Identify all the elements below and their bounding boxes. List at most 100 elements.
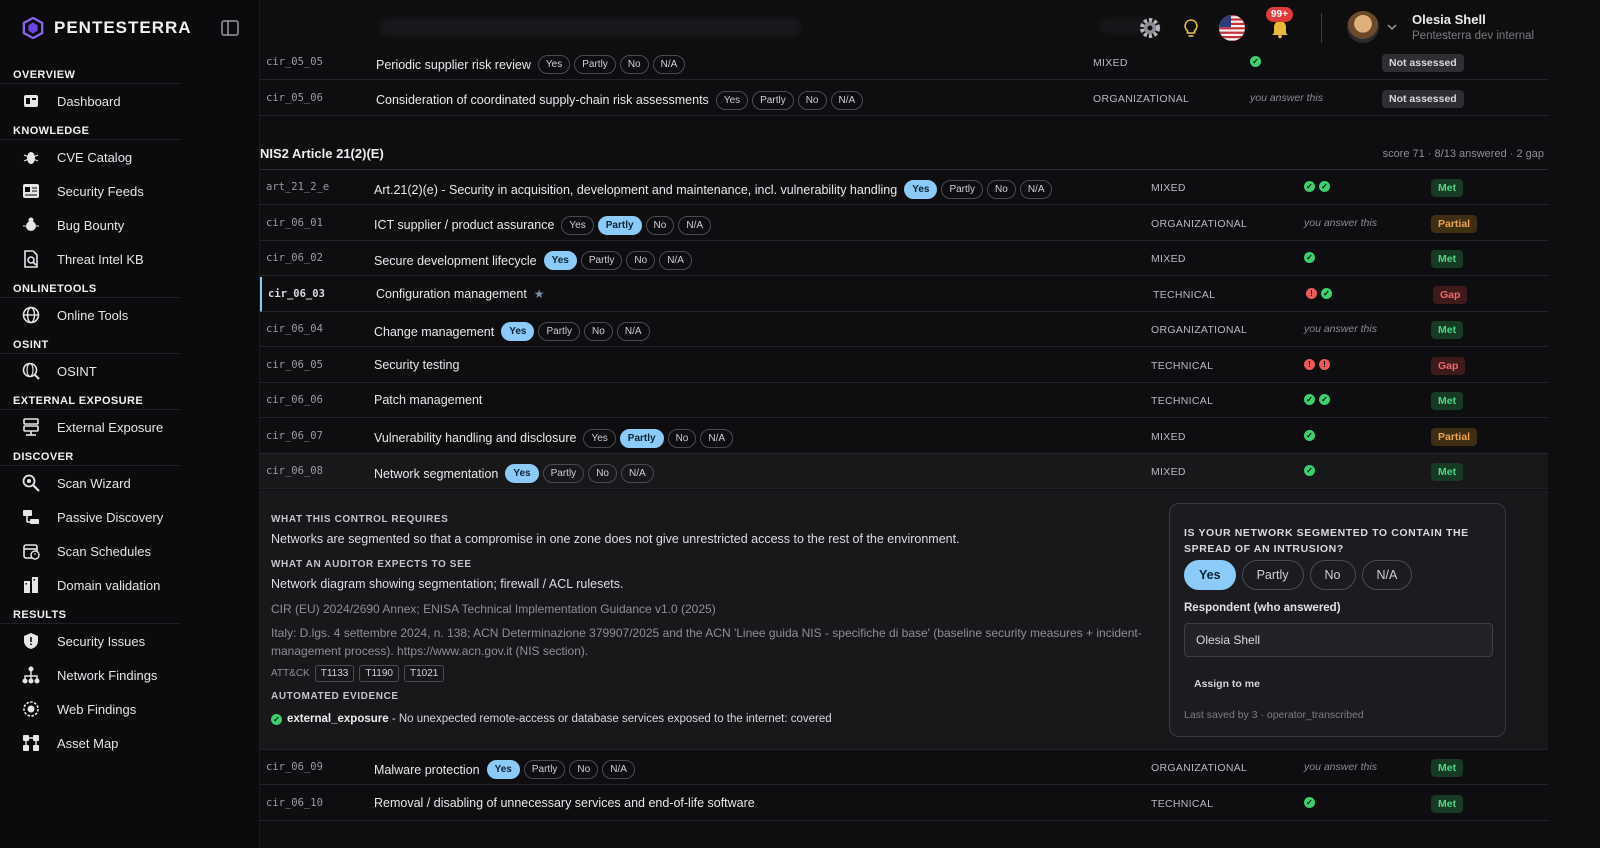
app-name: PENTESTERRA: [54, 18, 192, 37]
sidebar-item-domain-validation[interactable]: Domain validation: [0, 568, 260, 602]
table-row[interactable]: cir_05_05 Periodic supplier risk review Ye…: [260, 45, 1548, 80]
logo[interactable]: PENTESTERRA: [22, 17, 192, 39]
sidebar-item-online-tools[interactable]: Online Tools: [0, 298, 260, 332]
table-row[interactable]: cir_06_08 Network segmentation Yes Partly No…: [260, 454, 1548, 489]
answer-no-pill[interactable]: No: [645, 215, 675, 235]
answer-partly-pill[interactable]: Partly: [538, 322, 581, 341]
avatar[interactable]: [1347, 11, 1379, 43]
answer-no-pill[interactable]: No: [619, 55, 649, 74]
chevron-down-icon[interactable]: [1385, 20, 1399, 34]
table-row[interactable]: cir_06_04 Change management Yes Partly No N/A…: [260, 312, 1548, 347]
respondent-input[interactable]: Olesia Shell: [1184, 623, 1493, 657]
table-row[interactable]: cir_05_06 Consideration of coordinated su…: [260, 81, 1548, 116]
table-row[interactable]: cir_06_09 Malware protection Yes Partly No N/…: [260, 750, 1548, 785]
table-row[interactable]: cir_06_10 Removal / disabling of unnecess…: [260, 786, 1548, 821]
table-row[interactable]: cir_06_05 Security testing TECHNICAL!! Gap: [260, 348, 1548, 383]
answer-yes-pill[interactable]: Yes: [583, 428, 616, 448]
sidebar-item-scan-wizard[interactable]: Scan Wizard: [0, 466, 260, 500]
control-title-cell: Periodic supplier risk review Yes Partly No…: [376, 55, 686, 74]
sidebar-item-cve-catalog[interactable]: CVE Catalog: [0, 140, 260, 174]
answer-yes-pill[interactable]: Yes: [543, 251, 577, 270]
control-title-cell: Secure development lifecycle Yes Partly No N…: [374, 251, 692, 270]
check-icon: ✓: [1304, 252, 1315, 263]
table-row[interactable]: cir_06_07 Vulnerability handling and disc…: [260, 419, 1548, 454]
control-detail-panel: WHAT THIS CONTROL REQUIRES Networks are …: [260, 490, 1548, 750]
answer-yes-pill[interactable]: Yes: [505, 464, 539, 483]
sidebar-item-label: Passive Discovery: [57, 509, 164, 525]
sidebar-item-security-feeds[interactable]: Security Feeds: [0, 174, 260, 208]
sidebar-item-bug-bounty[interactable]: Bug Bounty: [0, 208, 260, 242]
answer-yes-button[interactable]: Yes: [1184, 560, 1236, 590]
answer-yes-pill[interactable]: Yes: [537, 55, 571, 74]
attck-technique-tag[interactable]: T1133: [314, 665, 355, 682]
answer-na-pill[interactable]: N/A: [830, 90, 864, 110]
user-name[interactable]: Olesia Shell: [1412, 12, 1486, 27]
answer-na-pill[interactable]: N/A: [659, 251, 692, 270]
check-icon: ✓: [1304, 796, 1315, 808]
sidebar-item-passive-discovery[interactable]: Passive Discovery: [0, 500, 260, 534]
answer-partly-pill[interactable]: Partly: [580, 251, 623, 270]
answer-partly-pill[interactable]: Partly: [542, 464, 585, 483]
gear-icon[interactable]: [1138, 16, 1162, 40]
answer-partly-pill[interactable]: Partly: [752, 90, 794, 110]
answer-partly-pill[interactable]: Partly: [597, 215, 642, 235]
answer-no-pill[interactable]: No: [569, 760, 599, 779]
sidebar-item-osint[interactable]: OSINT: [0, 354, 260, 388]
nav-section-heading: KNOWLEDGE: [0, 122, 181, 140]
answer-yes-pill[interactable]: Yes: [501, 322, 535, 341]
control-title: Removal / disabling of unnecessary servi…: [374, 795, 755, 810]
attck-technique-tag[interactable]: T1021: [403, 665, 445, 682]
table-row[interactable]: cir_06_06 Patch management TECHNICAL ✓ ✓ Met: [260, 383, 1548, 418]
sidebar-item-security-issues[interactable]: Security Issues: [0, 624, 260, 658]
evidence-cell: you answer this: [1304, 323, 1377, 335]
answer-partly-pill[interactable]: Partly: [574, 55, 616, 74]
answer-no-pill[interactable]: No: [987, 180, 1016, 199]
answer-no-pill[interactable]: No: [797, 90, 827, 110]
lightbulb-icon[interactable]: [1179, 16, 1203, 40]
answer-na-pill[interactable]: N/A: [700, 428, 734, 448]
sidebar-item-external-exposure[interactable]: External Exposure: [0, 410, 260, 444]
answer-na-pill[interactable]: N/A: [678, 215, 712, 235]
answer-no-pill[interactable]: No: [626, 251, 656, 270]
sidebar-item-scan-schedules[interactable]: Scan Schedules: [0, 534, 260, 568]
assign-to-me-button[interactable]: Assign to me: [1194, 678, 1260, 690]
answer-partly-pill[interactable]: Partly: [941, 180, 984, 199]
table-row[interactable]: art_21_2_e Art.21(2)(e) - Security in acq…: [260, 170, 1548, 205]
control-type: TECHNICAL: [1151, 359, 1214, 372]
answer-partly-pill[interactable]: Partly: [523, 760, 566, 779]
attck-technique-tag[interactable]: T1190: [359, 665, 399, 682]
answer-yes-pill[interactable]: Yes: [904, 180, 938, 199]
control-title: Change management: [374, 324, 495, 339]
table-row[interactable]: cir_06_01 ICT supplier / product assuranc…: [260, 206, 1548, 241]
sidebar-item-web-findings[interactable]: Web Findings: [0, 692, 260, 726]
sidebar-item-threat-intel-kb[interactable]: Threat Intel KB: [0, 242, 260, 276]
sidebar-toggle-icon[interactable]: [220, 18, 240, 38]
answer-yes-pill[interactable]: Yes: [486, 760, 520, 779]
answer-na-pill[interactable]: N/A: [616, 322, 650, 341]
star-icon[interactable]: ★: [534, 287, 545, 301]
answer-na-pill[interactable]: N/A: [620, 464, 654, 483]
answer-na-pill[interactable]: N/A: [1019, 180, 1053, 199]
answer-na-pill[interactable]: N/A: [602, 760, 635, 779]
sidebar-item-network-findings[interactable]: Network Findings: [0, 658, 260, 692]
answer-no-pill[interactable]: No: [667, 428, 697, 448]
check-icon: ✓: [1319, 394, 1330, 405]
respondent-label: Respondent (who answered): [1184, 602, 1341, 614]
network-icon: [23, 510, 39, 524]
control-title: Periodic supplier risk review: [376, 57, 531, 72]
answer-na-pill[interactable]: N/A: [652, 55, 686, 74]
us-flag-icon[interactable]: [1218, 14, 1246, 42]
check-icon: ✓: [1304, 394, 1315, 405]
answer-yes-pill[interactable]: Yes: [715, 90, 749, 110]
answer-yes-pill[interactable]: Yes: [561, 215, 594, 235]
answer-no-pill[interactable]: No: [584, 322, 613, 341]
sidebar-item-dashboard[interactable]: Dashboard: [0, 84, 260, 118]
answer-partly-button[interactable]: Partly: [1241, 560, 1304, 590]
table-row[interactable]: cir_06_02 Secure development lifecycle Yes…: [260, 241, 1548, 276]
answer-partly-pill[interactable]: Partly: [619, 428, 664, 448]
answer-no-pill[interactable]: No: [588, 464, 617, 483]
table-row[interactable]: cir_06_03 Configuration management ★ TECHNI…: [260, 276, 1548, 312]
sidebar-item-asset-map[interactable]: Asset Map: [0, 726, 260, 760]
answer-na-button[interactable]: N/A: [1361, 560, 1413, 590]
answer-no-button[interactable]: No: [1309, 560, 1356, 590]
